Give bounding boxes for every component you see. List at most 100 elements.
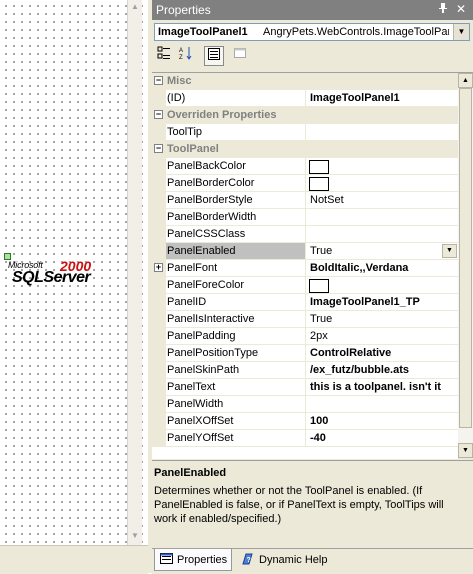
property-name: (ID): [166, 90, 306, 106]
property-value[interactable]: [307, 209, 458, 225]
property-row[interactable]: ToolTip: [152, 124, 458, 141]
property-value[interactable]: 2px: [307, 328, 458, 344]
categorized-icon[interactable]: [154, 46, 174, 66]
row-gutter: [152, 379, 166, 396]
property-row[interactable]: PanelSkinPath/ex_futz/bubble.ats: [152, 362, 458, 379]
property-name: PanelEnabled: [166, 243, 306, 259]
properties-titlebar: Properties ✕: [152, 0, 473, 20]
property-value[interactable]: ImageToolPanel1: [307, 90, 458, 106]
property-row[interactable]: PanelXOffSet 100: [152, 413, 458, 430]
row-gutter: [152, 277, 166, 294]
row-gutter: [152, 413, 166, 430]
property-row[interactable]: PanelYOffSet -40: [152, 430, 458, 447]
design-surface[interactable]: Microsoft 2000 SQLServer ▲ ▼: [0, 0, 148, 574]
property-row[interactable]: PanelPositionType ControlRelative: [152, 345, 458, 362]
close-icon[interactable]: ✕: [454, 2, 468, 17]
property-value[interactable]: [307, 175, 458, 191]
property-name: PanelID: [166, 294, 306, 310]
row-gutter: [152, 158, 166, 175]
collapse-icon[interactable]: −: [154, 76, 163, 85]
property-value-text: ImageToolPanel1_TP: [310, 296, 420, 308]
property-name: PanelBorderColor: [166, 175, 306, 191]
property-row[interactable]: PanelBorderWidth: [152, 209, 458, 226]
tab-properties[interactable]: Properties: [154, 549, 232, 571]
property-row[interactable]: PanelID ImageToolPanel1_TP: [152, 294, 458, 311]
property-row[interactable]: + PanelFont BoldItalic,,Verdana: [152, 260, 458, 277]
bottom-tab-strip: Properties ? Dynamic Help: [152, 548, 473, 574]
properties-window: Properties ✕ ImageToolPanel1 AngryPets.W…: [152, 0, 473, 574]
color-swatch: [309, 279, 329, 293]
row-gutter: [152, 226, 166, 243]
property-row[interactable]: PanelWidth: [152, 396, 458, 413]
property-grid[interactable]: − Misc (ID) ImageToolPanel1− Overriden Prope…: [152, 72, 458, 459]
property-value[interactable]: BoldItalic,,Verdana: [307, 260, 458, 276]
scroll-down-arrow-icon[interactable]: ▼: [129, 529, 141, 543]
collapse-icon[interactable]: −: [154, 110, 163, 119]
sql-server-logo-image[interactable]: Microsoft 2000 SQLServer: [4, 250, 122, 290]
property-row[interactable]: PanelBorderStyle NotSet: [152, 192, 458, 209]
scroll-down-arrow-icon[interactable]: ▼: [458, 443, 473, 458]
expand-icon[interactable]: +: [154, 263, 163, 272]
row-gutter: [152, 328, 166, 345]
properties-icon[interactable]: [204, 46, 224, 66]
property-value[interactable]: [307, 158, 458, 174]
property-value-text: this is a toolpanel. isn't it: [310, 381, 441, 393]
property-value-text: True: [310, 313, 333, 325]
property-value[interactable]: True: [307, 311, 458, 327]
property-value[interactable]: this is a toolpanel. isn't it: [307, 379, 458, 395]
property-row[interactable]: PanelText this is a toolpanel. isn't it: [152, 379, 458, 396]
collapse-icon[interactable]: −: [154, 144, 163, 153]
property-value-text: ImageToolPanel1: [310, 92, 400, 104]
tab-dynamic-help[interactable]: ? Dynamic Help: [238, 549, 338, 571]
row-gutter: [152, 124, 166, 141]
property-row[interactable]: PanelCSSClass: [152, 226, 458, 243]
property-value[interactable]: NotSet: [307, 192, 458, 208]
property-value[interactable]: [307, 124, 458, 140]
properties-tab-icon: [160, 551, 174, 564]
property-row[interactable]: PanelBackColor: [152, 158, 458, 175]
property-name: PanelFont: [166, 260, 306, 276]
property-row[interactable]: PanelPadding 2px: [152, 328, 458, 345]
scroll-up-arrow-icon[interactable]: ▲: [129, 0, 141, 14]
category-row[interactable]: − Misc: [152, 73, 458, 90]
pin-icon[interactable]: [436, 2, 450, 17]
property-row[interactable]: PanelIsInteractive True: [152, 311, 458, 328]
property-value[interactable]: [307, 226, 458, 242]
scroll-thumb[interactable]: [459, 88, 472, 428]
property-value[interactable]: ControlRelative: [307, 345, 458, 361]
property-value[interactable]: [307, 396, 458, 412]
property-value[interactable]: 100: [307, 413, 458, 429]
property-value[interactable]: -40: [307, 430, 458, 446]
category-row[interactable]: − ToolPanel: [152, 141, 458, 158]
property-row[interactable]: (ID) ImageToolPanel1: [152, 90, 458, 107]
category-label: Overriden Properties: [167, 109, 277, 121]
category-label: Misc: [167, 75, 192, 87]
chevron-down-icon[interactable]: ▼: [442, 244, 457, 258]
object-name: ImageToolPanel1: [158, 26, 248, 38]
property-name: PanelBorderStyle: [166, 192, 306, 208]
property-value[interactable]: /ex_futz/bubble.ats: [307, 362, 458, 378]
row-gutter: [152, 192, 166, 209]
tab-properties-label: Properties: [177, 554, 228, 566]
property-value-text: 2px: [310, 330, 328, 342]
scroll-up-arrow-icon[interactable]: ▲: [458, 73, 473, 88]
category-row[interactable]: − Overriden Properties: [152, 107, 458, 124]
grid-vertical-scrollbar[interactable]: ▲ ▼: [458, 72, 473, 458]
property-row[interactable]: PanelForeColor: [152, 277, 458, 294]
property-value-text: ControlRelative: [310, 347, 392, 359]
object-selector-dropdown[interactable]: ImageToolPanel1 AngryPets.WebControls.Im…: [154, 23, 470, 41]
property-row[interactable]: PanelEnabled True ▼: [152, 243, 458, 260]
color-swatch: [309, 177, 329, 191]
property-name: ToolTip: [166, 124, 306, 140]
property-name: PanelPositionType: [166, 345, 306, 361]
row-gutter: [152, 396, 166, 413]
property-pages-icon[interactable]: [230, 46, 250, 66]
property-value[interactable]: ImageToolPanel1_TP: [307, 294, 458, 310]
alphabetical-icon[interactable]: AZ: [176, 46, 196, 66]
property-row[interactable]: PanelBorderColor: [152, 175, 458, 192]
chevron-down-icon[interactable]: ▼: [453, 24, 469, 40]
property-value-text: 100: [310, 415, 329, 427]
canvas-vertical-scrollbar[interactable]: ▲ ▼: [127, 0, 142, 545]
property-value[interactable]: [307, 277, 458, 293]
property-value[interactable]: True ▼: [307, 243, 458, 259]
